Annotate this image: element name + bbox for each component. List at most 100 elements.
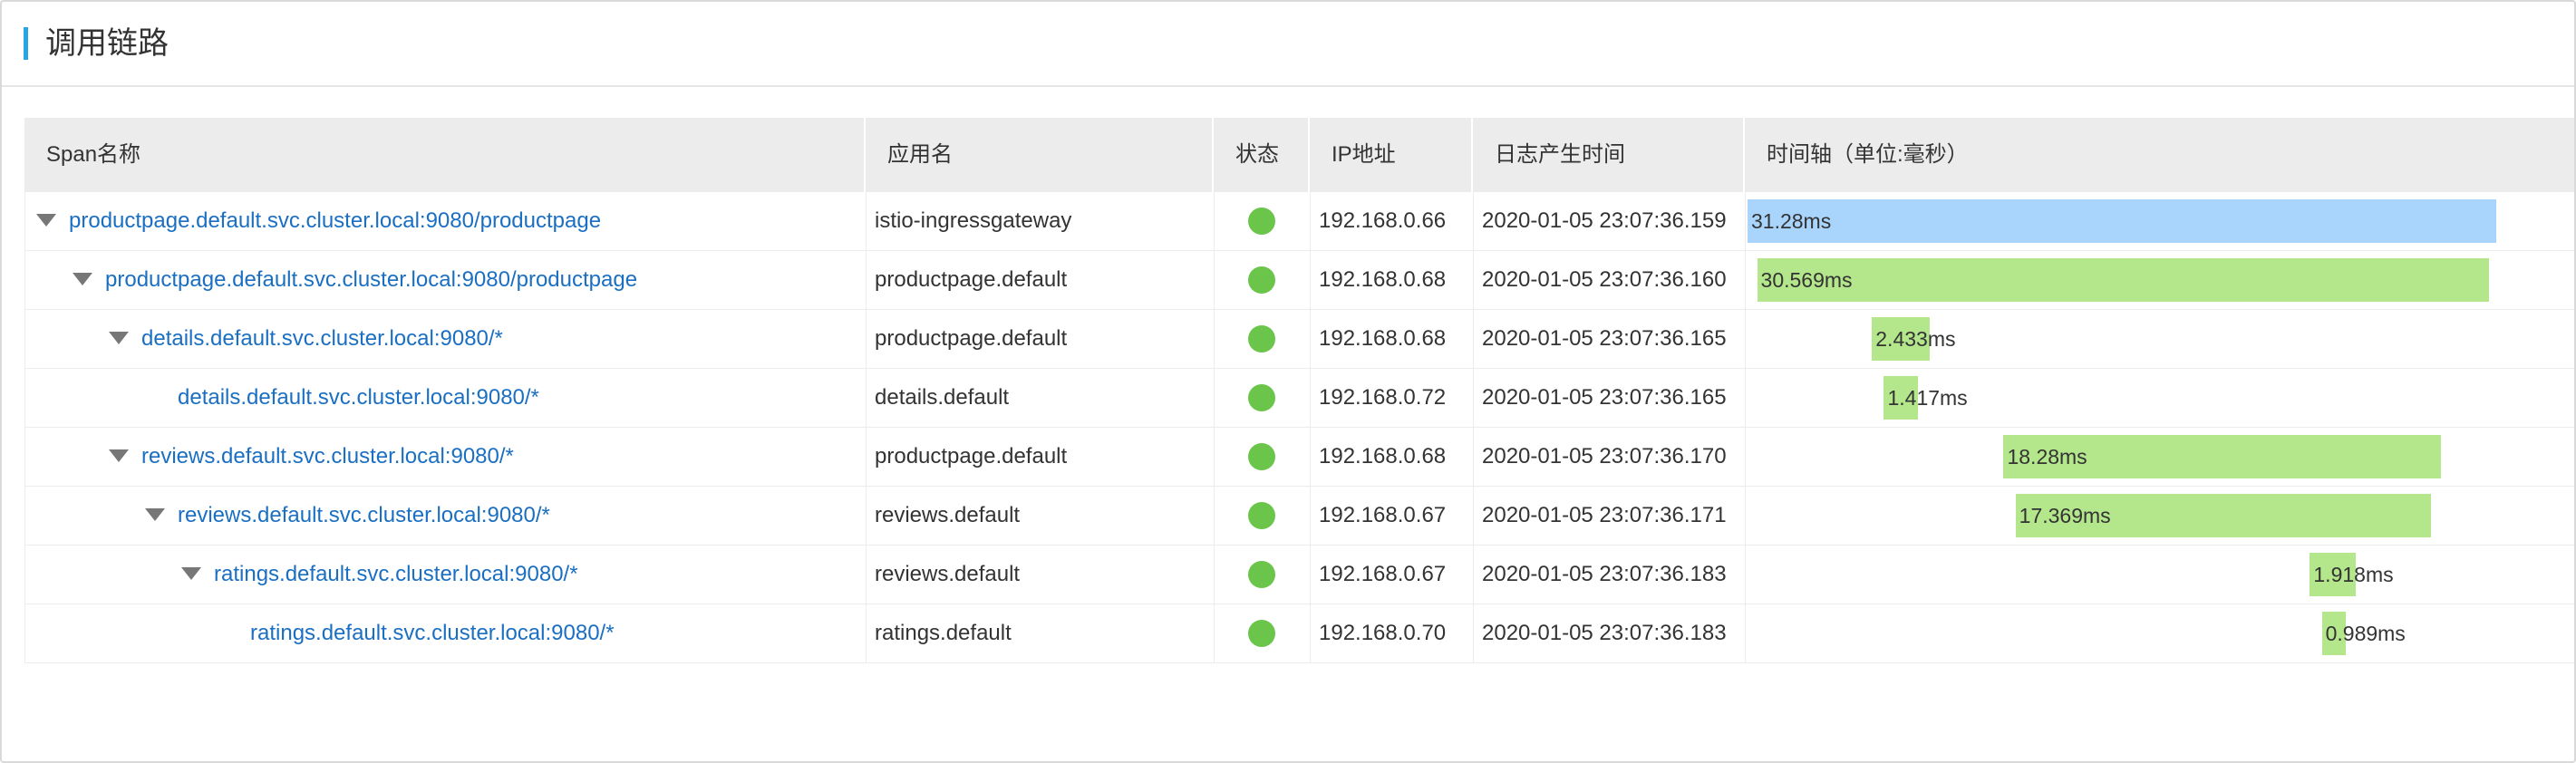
table-body: productpage.default.svc.cluster.local:90…: [24, 192, 2574, 663]
ip-cell: 192.168.0.68: [1310, 251, 1473, 309]
table-row[interactable]: reviews.default.svc.cluster.local:9080/*…: [24, 487, 2574, 546]
log-time-cell: 2020-01-05 23:07:36.183: [1473, 546, 1745, 604]
duration-label: 30.569ms: [1760, 268, 1853, 292]
timeline-cell: 30.569ms: [1745, 251, 2574, 309]
column-header-status: 状态: [1214, 118, 1310, 192]
app-name-cell: reviews.default: [866, 546, 1214, 604]
status-cell: [1214, 604, 1310, 662]
duration-label: 1.918ms: [2313, 563, 2394, 586]
status-cell: [1214, 546, 1310, 604]
column-header-app-name: 应用名: [866, 118, 1214, 192]
log-time-cell: 2020-01-05 23:07:36.170: [1473, 428, 1745, 486]
status-ok-icon: [1248, 443, 1275, 470]
status-ok-icon: [1248, 620, 1275, 647]
column-header-timeline: 时间轴（单位:毫秒）: [1767, 142, 1969, 167]
ip-cell: 192.168.0.68: [1310, 428, 1473, 486]
span-name-cell: ratings.default.svc.cluster.local:9080/*: [24, 546, 866, 604]
panel-header: 调用链路: [2, 2, 2574, 87]
duration-bar[interactable]: [1748, 199, 2496, 243]
timeline-cell: 17.369ms: [1745, 487, 2574, 545]
duration-label: 1.417ms: [1887, 386, 1968, 410]
status-cell: [1214, 369, 1310, 427]
duration-label: 18.28ms: [2007, 445, 2087, 468]
log-time-cell: 2020-01-05 23:07:36.171: [1473, 487, 1745, 545]
app-name-cell: reviews.default: [866, 487, 1214, 545]
span-name-link[interactable]: ratings.default.svc.cluster.local:9080/*: [250, 621, 615, 645]
timeline-cell: 2.433ms: [1745, 310, 2574, 368]
collapse-triangle-icon[interactable]: [109, 331, 129, 344]
collapse-triangle-icon[interactable]: [145, 507, 165, 521]
app-name-cell: productpage.default: [866, 251, 1214, 309]
status-ok-icon: [1248, 561, 1275, 588]
table-row[interactable]: productpage.default.svc.cluster.local:90…: [24, 251, 2574, 310]
span-name-link[interactable]: reviews.default.svc.cluster.local:9080/*: [178, 503, 550, 527]
status-cell: [1214, 192, 1310, 250]
span-name-cell: ratings.default.svc.cluster.local:9080/*: [24, 604, 866, 662]
column-header-span-name: Span名称: [24, 118, 866, 192]
status-ok-icon: [1248, 208, 1275, 235]
span-name-cell: details.default.svc.cluster.local:9080/*: [24, 369, 866, 427]
page-title: 调用链路: [45, 26, 169, 61]
column-header-ip: IP地址: [1310, 118, 1473, 192]
title-accent-bar: [24, 27, 28, 60]
ip-cell: 192.168.0.72: [1310, 369, 1473, 427]
log-time-cell: 2020-01-05 23:07:36.165: [1473, 310, 1745, 368]
collapse-triangle-icon[interactable]: [109, 449, 129, 462]
table-row[interactable]: details.default.svc.cluster.local:9080/*…: [24, 310, 2574, 369]
status-cell: [1214, 251, 1310, 309]
timeline-cell: 1.918ms: [1745, 546, 2574, 604]
log-time-cell: 2020-01-05 23:07:36.159: [1473, 192, 1745, 250]
span-name-link[interactable]: reviews.default.svc.cluster.local:9080/*: [141, 444, 514, 468]
column-header-log-time: 日志产生时间: [1473, 118, 1745, 192]
span-name-cell: details.default.svc.cluster.local:9080/*: [24, 310, 866, 368]
ip-cell: 192.168.0.67: [1310, 546, 1473, 604]
log-time-cell: 2020-01-05 23:07:36.183: [1473, 604, 1745, 662]
table-row[interactable]: reviews.default.svc.cluster.local:9080/*…: [24, 428, 2574, 487]
ip-cell: 192.168.0.68: [1310, 310, 1473, 368]
app-name-cell: productpage.default: [866, 310, 1214, 368]
span-name-link[interactable]: details.default.svc.cluster.local:9080/*: [178, 385, 539, 410]
table-header: Span名称 应用名 状态 IP地址 日志产生时间 时间轴（单位:毫秒）: [24, 118, 2574, 192]
app-name-cell: details.default: [866, 369, 1214, 427]
timeline-cell: 31.28ms: [1745, 192, 2574, 250]
duration-label: 2.433ms: [1875, 327, 1956, 351]
log-time-cell: 2020-01-05 23:07:36.160: [1473, 251, 1745, 309]
span-name-link[interactable]: productpage.default.svc.cluster.local:90…: [105, 267, 637, 292]
collapse-triangle-icon[interactable]: [36, 213, 56, 227]
status-ok-icon: [1248, 502, 1275, 529]
table-row[interactable]: productpage.default.svc.cluster.local:90…: [24, 192, 2574, 251]
status-ok-icon: [1248, 384, 1275, 411]
span-name-cell: productpage.default.svc.cluster.local:90…: [24, 251, 866, 309]
table-row[interactable]: details.default.svc.cluster.local:9080/*…: [24, 369, 2574, 428]
table-row[interactable]: ratings.default.svc.cluster.local:9080/*…: [24, 604, 2574, 663]
span-name-cell: reviews.default.svc.cluster.local:9080/*: [24, 487, 866, 545]
ip-cell: 192.168.0.66: [1310, 192, 1473, 250]
status-ok-icon: [1248, 325, 1275, 353]
span-name-cell: reviews.default.svc.cluster.local:9080/*: [24, 428, 866, 486]
log-time-cell: 2020-01-05 23:07:36.165: [1473, 369, 1745, 427]
duration-label: 17.369ms: [2019, 504, 2111, 527]
timeline-cell: 0.989ms: [1745, 604, 2574, 662]
duration-label: 31.28ms: [1751, 209, 1832, 233]
collapse-triangle-icon[interactable]: [73, 272, 92, 285]
ip-cell: 192.168.0.67: [1310, 487, 1473, 545]
trace-table: Span名称 应用名 状态 IP地址 日志产生时间 时间轴（单位:毫秒） pro…: [24, 118, 2574, 663]
span-name-cell: productpage.default.svc.cluster.local:90…: [24, 192, 866, 250]
status-ok-icon: [1248, 266, 1275, 294]
trace-panel: 调用链路 Span名称 应用名 状态 IP地址 日志产生时间 时间轴（单位:毫秒…: [0, 0, 2576, 763]
app-name-cell: istio-ingressgateway: [866, 192, 1214, 250]
status-cell: [1214, 310, 1310, 368]
span-name-link[interactable]: details.default.svc.cluster.local:9080/*: [141, 326, 503, 351]
collapse-triangle-icon[interactable]: [181, 566, 201, 580]
span-name-link[interactable]: productpage.default.svc.cluster.local:90…: [69, 208, 601, 233]
table-row[interactable]: ratings.default.svc.cluster.local:9080/*…: [24, 546, 2574, 604]
duration-bar[interactable]: [1757, 258, 2489, 302]
status-cell: [1214, 487, 1310, 545]
app-name-cell: productpage.default: [866, 428, 1214, 486]
duration-label: 0.989ms: [2325, 622, 2406, 645]
ip-cell: 192.168.0.70: [1310, 604, 1473, 662]
span-name-link[interactable]: ratings.default.svc.cluster.local:9080/*: [214, 562, 578, 586]
timeline-cell: 18.28ms: [1745, 428, 2574, 486]
app-name-cell: ratings.default: [866, 604, 1214, 662]
timeline-cell: 1.417ms: [1745, 369, 2574, 427]
